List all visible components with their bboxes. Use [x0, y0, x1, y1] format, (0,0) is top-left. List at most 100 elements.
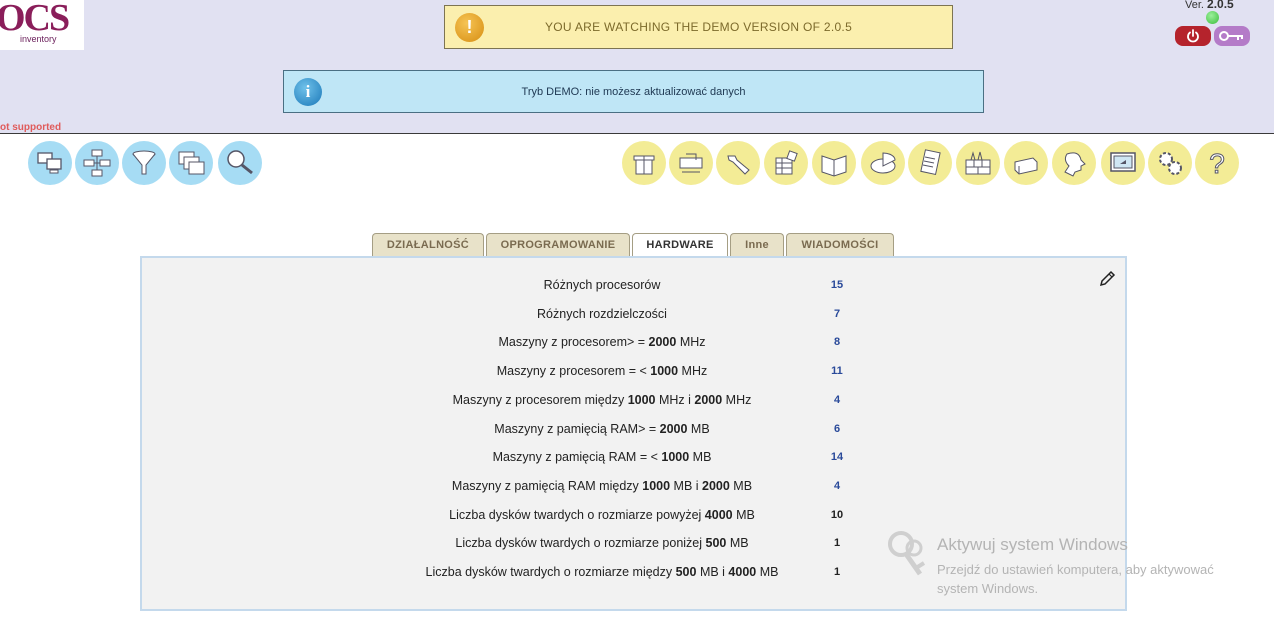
windows-activation-watermark: Aktywuj system Windows Przejdź do ustawi… — [886, 530, 1266, 600]
svg-text:?: ? — [1209, 148, 1225, 178]
version-label: Ver. — [1185, 0, 1204, 11]
stat-label: Różnych procesorów — [302, 278, 902, 292]
stat-row: Maszyny z procesorem> = 2000 MHz 8 — [142, 335, 1125, 355]
stat-label-text: Maszyny z procesorem = < — [496, 364, 651, 379]
logo-subtext: inventory — [20, 34, 57, 44]
stat-value-link[interactable]: 15 — [822, 279, 852, 291]
display-icon[interactable] — [1101, 141, 1145, 185]
tab-inne[interactable]: Inne — [730, 233, 784, 256]
demo-warning-text: YOU ARE WATCHING THE DEMO VERSION OF 2.0… — [544, 20, 853, 34]
stat-label: Liczba dysków twardych o rozmiarze powyż… — [302, 508, 902, 522]
stat-value-link[interactable]: 11 — [822, 365, 852, 377]
demo-warning-banner: ! YOU ARE WATCHING THE DEMO VERSION OF 2… — [444, 5, 953, 49]
stat-label: Liczba dysków twardych o rozmiarze poniż… — [302, 536, 902, 550]
status-dot-icon — [1206, 11, 1219, 24]
stat-value-link[interactable]: 1 — [822, 537, 852, 549]
server-icon[interactable] — [1004, 141, 1048, 185]
stat-label-number: 1000 — [661, 450, 690, 465]
watermark-line-2: system Windows. — [937, 581, 1039, 596]
stat-value-link[interactable]: 8 — [822, 336, 852, 348]
stat-label-number: 500 — [675, 565, 697, 579]
stat-row: Maszyny z pamięcią RAM = < 1000 MB 14 — [142, 450, 1125, 470]
stat-label-text: MB — [687, 421, 710, 436]
stat-label-text: Maszyny z pamięcią RAM = < — [492, 450, 662, 465]
stat-label: Maszyny z procesorem między 1000 MHz i 2… — [302, 393, 902, 407]
stat-value-link[interactable]: 4 — [822, 394, 852, 406]
network-icon[interactable] — [75, 141, 119, 185]
stat-value-link[interactable]: 10 — [822, 509, 852, 521]
stat-value-link[interactable]: 14 — [822, 451, 852, 463]
stat-label: Różnych rozdzielczości — [302, 307, 902, 321]
package-icon[interactable] — [622, 141, 666, 185]
stat-label-text: MHz i — [655, 392, 695, 407]
user-icon[interactable] — [1052, 141, 1096, 185]
stat-value-link[interactable]: 6 — [822, 423, 852, 435]
version: Ver. 2.0.5 — [1185, 0, 1234, 11]
version-number: 2.0.5 — [1207, 0, 1234, 11]
inventory-icon[interactable] — [764, 141, 808, 185]
stat-label-number: 1000 — [642, 478, 671, 493]
info-icon: i — [294, 78, 322, 106]
stat-label-number: 2000 — [694, 392, 723, 407]
stat-label-text: Maszyny z pamięcią RAM między — [451, 478, 643, 493]
settings-icon[interactable] — [1148, 141, 1192, 185]
stat-row: Maszyny z procesorem między 1000 MHz i 2… — [142, 393, 1125, 413]
stat-label-number: 500 — [705, 536, 727, 551]
stat-label-text: Liczba dysków twardych o rozmiarze powyż… — [449, 507, 705, 522]
not-supported-text: ot supported — [0, 122, 62, 133]
stat-value-link[interactable]: 7 — [822, 308, 852, 320]
windows-icon[interactable] — [169, 141, 213, 185]
demo-info-text: Tryb DEMO: nie możesz aktualizować danyc… — [521, 85, 746, 98]
stat-value-link[interactable]: 1 — [822, 566, 852, 578]
stat-row: Maszyny z pamięcią RAM między 1000 MB i … — [142, 479, 1125, 499]
firewall-icon[interactable] — [956, 141, 1000, 185]
stat-label: Liczba dysków twardych o rozmiarze międz… — [302, 565, 902, 579]
notes-icon[interactable] — [908, 141, 952, 185]
key-icon — [1219, 31, 1243, 41]
book-icon[interactable] — [812, 141, 856, 185]
tab-dzialalnosc[interactable]: DZIAŁALNOŚĆ — [372, 233, 484, 256]
computers-icon[interactable] — [28, 141, 72, 185]
watermark-subtitle: Przejdź do ustawień komputera, aby aktyw… — [937, 560, 1257, 598]
stat-label: Maszyny z pamięcią RAM między 1000 MB i … — [302, 479, 902, 493]
stat-row: Różnych procesorów 15 — [142, 278, 1125, 298]
stat-label-text: MHz — [678, 364, 708, 379]
tab-hardware[interactable]: HARDWARE — [632, 233, 728, 257]
stat-label-text: MB — [756, 565, 779, 579]
stat-label: Maszyny z pamięcią RAM = < 1000 MB — [302, 450, 902, 464]
stat-label-number: 4000 — [704, 507, 733, 522]
password-button[interactable] — [1214, 26, 1250, 46]
stat-label-number: 2000 — [659, 421, 688, 436]
stat-label-text: MB i — [696, 565, 729, 579]
stat-label: Maszyny z procesorem> = 2000 MHz — [302, 335, 902, 349]
help-icon[interactable]: ? — [1195, 141, 1239, 185]
stat-value-link[interactable]: 4 — [822, 480, 852, 492]
stat-label-number: 1000 — [650, 364, 679, 379]
dictionary-icon[interactable] — [861, 141, 905, 185]
stat-label-text: Różnych procesorów — [543, 278, 661, 292]
tab-oprogramowanie[interactable]: OPROGRAMOWANIE — [486, 233, 630, 256]
stat-label: Maszyny z procesorem = < 1000 MHz — [302, 364, 902, 378]
ocs-logo[interactable]: OCS inventory — [0, 0, 84, 50]
key-watermark-icon — [888, 531, 926, 576]
stat-label-text: MB i — [670, 478, 703, 493]
search-icon[interactable] — [218, 141, 262, 185]
filter-icon[interactable] — [122, 141, 166, 185]
logout-button[interactable] — [1175, 26, 1211, 46]
header: OCS inventory ot supported ! YOU ARE WAT… — [0, 0, 1274, 134]
stat-label-number: 4000 — [728, 565, 757, 579]
stat-label-number: 1000 — [627, 392, 656, 407]
tools-icon[interactable] — [716, 141, 760, 185]
stat-label-text: MB — [729, 478, 753, 493]
watermark-title: Aktywuj system Windows — [937, 535, 1128, 554]
stat-label-text: MB — [726, 536, 749, 551]
stat-label-number: 2000 — [648, 335, 677, 350]
stat-label-text: Maszyny z procesorem> = — [498, 335, 649, 350]
tab-wiadomosci[interactable]: WIADOMOŚCI — [786, 233, 894, 256]
demo-info-banner: i Tryb DEMO: nie możesz aktualizować dan… — [283, 70, 984, 113]
stat-row: Maszyny z procesorem = < 1000 MHz 11 — [142, 364, 1125, 384]
deploy-icon[interactable] — [669, 141, 713, 185]
warning-icon: ! — [455, 13, 484, 42]
stat-label-text: Liczba dysków twardych o rozmiarze międz… — [425, 565, 676, 579]
stat-label-text: MB — [732, 507, 755, 522]
